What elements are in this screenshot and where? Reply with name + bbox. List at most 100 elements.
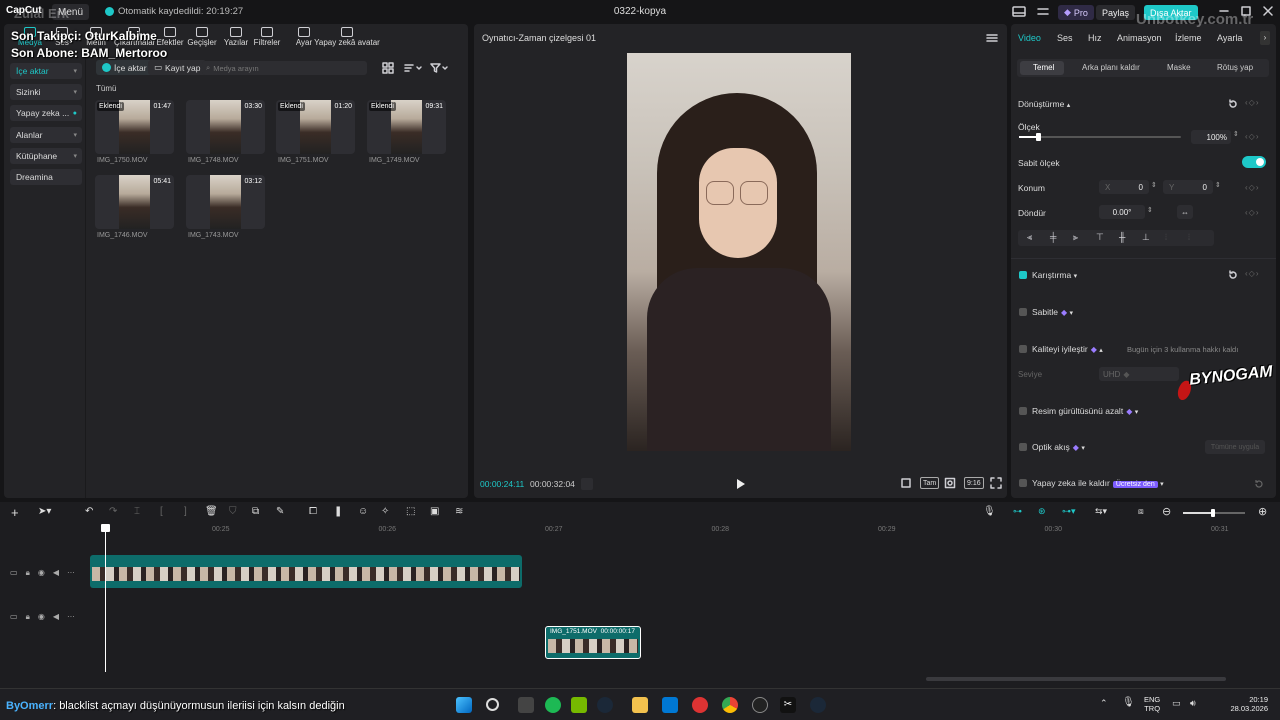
keyframe-nav-icon[interactable]: ‹◇›	[1245, 183, 1259, 192]
trim-left-icon[interactable]: [	[160, 506, 163, 517]
zoom-out-icon[interactable]: ⊖	[1162, 505, 1171, 518]
obs-icon[interactable]	[752, 697, 768, 713]
audio-wave-icon[interactable]: ≋	[455, 506, 463, 517]
tab-audio[interactable]: Ses	[1057, 33, 1073, 43]
aspect-ratio-button[interactable]: 9:16	[964, 477, 984, 489]
position-x-stepper-icon[interactable]: ⇕	[1151, 181, 1157, 189]
linkage-icon[interactable]: ⊶▾	[1062, 506, 1076, 517]
capcut-taskbar-icon[interactable]: ✂	[780, 697, 796, 713]
sort-icon[interactable]	[404, 62, 424, 74]
denoise-section[interactable]: Resim gürültüsünü azalt ◆ ▾	[1032, 406, 1138, 416]
keyframe-nav-icon[interactable]: ‹◇›	[1245, 269, 1259, 278]
flip-button[interactable]: ⇔	[1177, 205, 1193, 219]
network-icon[interactable]: ▭	[1172, 698, 1181, 709]
link-main-track-icon[interactable]: ⊶	[1013, 506, 1022, 517]
align-left-icon[interactable]: ⫷	[1027, 232, 1032, 243]
volume-icon[interactable]: 🔊︎	[1190, 698, 1196, 709]
subtab-basic[interactable]: Temel	[1033, 63, 1054, 72]
blend-checkbox[interactable]	[1019, 271, 1027, 279]
magic-edit-icon[interactable]: ✎	[276, 506, 284, 517]
zoom-slider[interactable]	[1183, 509, 1245, 517]
person-cutout-icon[interactable]: ☺	[358, 506, 368, 517]
tabs-scroll-right-icon[interactable]: ›	[1260, 31, 1270, 45]
align-bottom-icon[interactable]: ⊥	[1142, 232, 1150, 243]
media-thumbnail[interactable]: 03:30	[186, 100, 265, 154]
overlay-clip[interactable]: IMG_1751.MOV 00:00:00:17	[545, 626, 641, 659]
tab-adjust[interactable]: Ayarla	[1217, 33, 1242, 43]
sidebar-item-import[interactable]: İçe aktar ▾	[10, 63, 82, 79]
play-icon[interactable]	[734, 478, 746, 490]
distribute-h-icon[interactable]: ⦙	[1165, 232, 1167, 243]
language-indicator[interactable]: ENG TRQ	[1144, 695, 1160, 713]
enhance-section[interactable]: Kaliteyi iyileştir ◆ ▴	[1032, 344, 1103, 354]
settings-list-icon[interactable]	[1036, 6, 1050, 17]
denoise-checkbox[interactable]	[1019, 407, 1027, 415]
player-menu-icon[interactable]	[986, 33, 998, 43]
chrome-icon[interactable]	[722, 697, 738, 713]
delete-icon[interactable]: 🗑	[205, 506, 218, 517]
lock-icon[interactable]: 🔒︎	[26, 568, 30, 578]
zoom-in-icon[interactable]: ⊕	[1258, 505, 1267, 518]
tab-animation[interactable]: Animasyon	[1117, 33, 1162, 43]
subtab-retouch[interactable]: Rötuş yap	[1217, 63, 1253, 72]
shield-icon[interactable]: ⛉	[229, 506, 237, 517]
ai-remove-section[interactable]: Yapay zeka ile kaldır Ücretsiz den ▾	[1032, 478, 1164, 488]
subtab-mask[interactable]: Maske	[1167, 63, 1191, 72]
record-button[interactable]: ▭ Kayıt yap	[148, 60, 207, 75]
uniform-scale-toggle[interactable]	[1242, 156, 1266, 168]
subtitle-icon[interactable]: ⧈	[1138, 506, 1144, 517]
freeze-icon[interactable]: ❚	[334, 506, 342, 517]
sidebar-item-library[interactable]: Kütüphane ▾	[10, 148, 82, 164]
enhance-checkbox[interactable]	[1019, 345, 1027, 353]
magnet-icon[interactable]: ⊛	[1038, 506, 1046, 517]
position-x-input[interactable]: X0	[1099, 180, 1149, 194]
scale-value[interactable]: 100%	[1191, 130, 1231, 144]
store-icon[interactable]	[662, 697, 678, 713]
preview-axis-icon[interactable]: ⇆▾	[1095, 506, 1107, 517]
subtab-remove-bg[interactable]: Arka planı kaldır	[1082, 63, 1140, 72]
search-icon[interactable]	[486, 698, 499, 711]
grid-view-icon[interactable]	[382, 62, 394, 74]
apply-all-button[interactable]: Tümüne uygula	[1205, 440, 1265, 454]
windows-start-icon[interactable]	[456, 697, 472, 713]
media-thumbnail[interactable]: Eklendi 09:31	[367, 100, 446, 154]
reset-icon[interactable]	[1228, 270, 1238, 280]
stabilize-checkbox[interactable]	[1019, 308, 1027, 316]
task-view-icon[interactable]	[518, 697, 534, 713]
more-icon[interactable]: ···	[67, 612, 75, 622]
speaker-icon[interactable]: ◀︎	[53, 568, 59, 578]
trim-right-icon[interactable]: ]	[184, 506, 187, 517]
sidebar-item-dreamina[interactable]: Dreamina	[10, 169, 82, 185]
track-cover-icon[interactable]: ▭	[10, 568, 18, 578]
timeline-ruler[interactable]: 00:25 00:26 00:27 00:28 00:29 00:30 00:31	[90, 524, 1280, 538]
reset-icon[interactable]	[1254, 479, 1264, 489]
pro-button[interactable]: ◆ Pro	[1058, 5, 1094, 20]
microphone-icon[interactable]: 🎙	[983, 506, 996, 517]
select-tool-icon[interactable]: ➤▾	[38, 506, 51, 517]
position-y-stepper-icon[interactable]: ⇕	[1215, 181, 1221, 189]
align-top-icon[interactable]: ⊤	[1096, 232, 1104, 243]
align-center-h-icon[interactable]: ╪	[1050, 232, 1056, 242]
keyframe-nav-icon[interactable]: ‹◇›	[1245, 98, 1259, 107]
opera-icon[interactable]	[692, 697, 708, 713]
optical-flow-section[interactable]: Optik akış ◆ ▾	[1032, 442, 1085, 452]
split-icon[interactable]: ⌶	[134, 506, 140, 517]
media-thumbnail[interactable]: 05:41	[95, 175, 174, 229]
add-track-icon[interactable]: +	[11, 505, 19, 520]
main-track-clip[interactable]	[90, 555, 522, 588]
rotate-stepper-icon[interactable]: ⇕	[1147, 206, 1153, 214]
align-center-v-icon[interactable]: ╫	[1119, 232, 1125, 242]
tab-ai-avatar[interactable]: Yapay zekâ avatar	[314, 27, 380, 47]
tab-video[interactable]: Video	[1018, 33, 1041, 43]
playhead[interactable]	[101, 524, 110, 672]
optical-flow-checkbox[interactable]	[1019, 443, 1027, 451]
redo-icon[interactable]: ↷	[109, 506, 117, 517]
crop-preview-icon[interactable]	[900, 477, 912, 489]
blend-section[interactable]: Karıştırma ▾	[1032, 270, 1077, 280]
scale-stepper-icon[interactable]: ⇕	[1233, 130, 1239, 138]
timeline-scrollbar[interactable]	[926, 677, 1226, 681]
timecode-grid-icon[interactable]	[581, 478, 593, 490]
track-cover-icon[interactable]: ▭	[10, 612, 18, 622]
tray-mic-icon[interactable]: 🎙	[1122, 697, 1135, 708]
sidebar-item-yours[interactable]: Sizinki ▾	[10, 84, 82, 100]
